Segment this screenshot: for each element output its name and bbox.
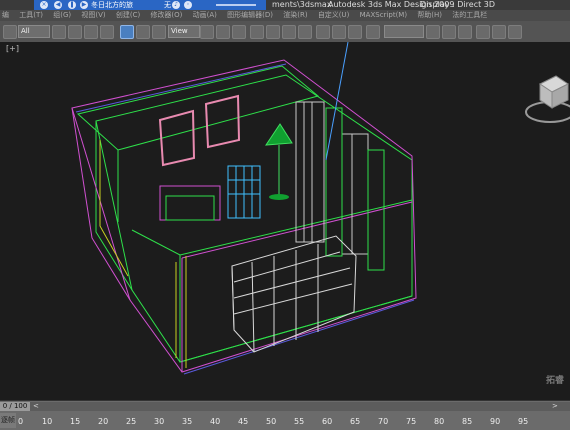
prev-icon[interactable]: ◀ [54, 1, 62, 9]
select-by-name-icon[interactable] [68, 25, 82, 39]
mirror-icon[interactable] [332, 25, 346, 39]
picture-frames [158, 94, 241, 167]
tick-label: 55 [294, 417, 305, 426]
main-toolbar: All View [0, 21, 570, 43]
timeline-panel: 0 / 100 < > 0 10 15 20 25 30 35 40 45 50… [0, 400, 570, 430]
prev-frame-arrow-icon[interactable]: < [33, 402, 39, 410]
menu-modifiers[interactable]: 修改器(O) [150, 10, 182, 21]
angle-snap-icon[interactable] [266, 25, 280, 39]
menu-group[interactable]: 组(G) [53, 10, 71, 21]
track-title: 冬日北方的旅 [91, 1, 133, 9]
time-slider[interactable]: 0 / 100 < > [0, 402, 570, 411]
tick-label: 75 [406, 417, 417, 426]
scale-icon[interactable] [152, 25, 166, 39]
tick-label: 10 [42, 417, 53, 426]
floor-lamp [265, 123, 293, 200]
perspective-viewport[interactable]: [+] [0, 42, 570, 400]
tick-label: 70 [378, 417, 389, 426]
next-icon[interactable]: ▶ [80, 1, 88, 9]
bookshelf-wireframe [231, 235, 357, 353]
pause-icon[interactable]: ❚ [68, 1, 76, 9]
menu-views[interactable]: 视图(V) [81, 10, 105, 21]
window-crossing-icon[interactable] [100, 25, 114, 39]
menu-edit[interactable]: 编 [2, 10, 9, 21]
track-side-label: 无 [164, 1, 171, 9]
tick-label: 30 [154, 417, 165, 426]
viewcube[interactable] [520, 72, 570, 132]
tick-label: 95 [518, 417, 529, 426]
pivot-icon[interactable] [200, 25, 214, 39]
time-slider-thumb[interactable]: 0 / 100 [0, 402, 30, 411]
viewport-label[interactable]: [+] [6, 44, 19, 53]
curtains-wireframe [295, 101, 369, 255]
quick-render-icon[interactable] [508, 25, 522, 39]
schematic-view-icon[interactable] [442, 25, 456, 39]
layer-manager-icon[interactable] [366, 25, 380, 39]
menu-customize[interactable]: 自定义(U) [318, 10, 350, 21]
tick-label: 20 [98, 417, 109, 426]
menu-maxscript[interactable]: MAXScript(M) [360, 10, 407, 21]
keyboard-shortcut-icon[interactable] [232, 25, 246, 39]
display-mode: Display : Direct 3D [420, 0, 496, 9]
tick-label: 90 [490, 417, 501, 426]
rotate-icon[interactable] [136, 25, 150, 39]
room-outline-yellow [99, 140, 187, 368]
menu-tools[interactable]: 工具(T) [19, 10, 43, 21]
light-target-line [325, 42, 349, 161]
tick-label: 80 [434, 417, 445, 426]
window-frame [325, 107, 385, 271]
armchair-wireframe [227, 165, 261, 219]
mute-icon[interactable]: ◦ [184, 1, 192, 9]
render-setup-icon[interactable] [476, 25, 490, 39]
material-editor-icon[interactable] [458, 25, 472, 39]
selection-filter-dropdown[interactable]: All [18, 25, 50, 38]
snap-icon[interactable] [250, 25, 264, 39]
close-icon[interactable]: × [40, 1, 48, 9]
rect-selection-icon[interactable] [84, 25, 98, 39]
sofa-wireframe [159, 185, 221, 221]
percent-snap-icon[interactable] [282, 25, 296, 39]
menu-graph-editors[interactable]: 图形编辑器(D) [227, 10, 273, 21]
tick-label: 15 [70, 417, 81, 426]
volume-slider[interactable] [216, 4, 256, 6]
tick-label: 85 [462, 417, 473, 426]
select-manipulate-icon[interactable] [216, 25, 230, 39]
rendered-frame-icon[interactable] [492, 25, 506, 39]
named-selection-icon[interactable] [316, 25, 330, 39]
menu-rendering[interactable]: 渲染(R) [283, 10, 307, 21]
tick-label: 65 [350, 417, 361, 426]
title-path: ments\3dsmax [272, 0, 332, 9]
select-object-icon[interactable] [52, 25, 66, 39]
undo-icon[interactable] [3, 25, 17, 39]
move-icon[interactable] [120, 25, 134, 39]
align-icon[interactable] [348, 25, 362, 39]
reference-coord-dropdown[interactable]: View [168, 25, 200, 38]
tick-label: 40 [210, 417, 221, 426]
watermark-logo: 拓睿 [546, 376, 565, 386]
menu-help[interactable]: 帮助(H) [417, 10, 442, 21]
tick-label: 35 [182, 417, 193, 426]
menu-bar: 编 工具(T) 组(G) 视图(V) 创建(C) 修改器(O) 动画(A) 图形… [0, 10, 570, 21]
menu-toolbar[interactable]: 法的工具栏 [452, 10, 487, 21]
scene-wireframe [71, 42, 417, 375]
tick-label: 25 [126, 417, 137, 426]
tick-label: 0 [18, 417, 24, 426]
spinner-snap-icon[interactable] [298, 25, 312, 39]
menu-animation[interactable]: 动画(A) [193, 10, 217, 21]
room-outline-blue [75, 63, 415, 375]
tick-label: 60 [322, 417, 333, 426]
menu-create[interactable]: 创建(C) [116, 10, 140, 21]
tick-label: 45 [238, 417, 249, 426]
curve-editor-icon[interactable] [426, 25, 440, 39]
named-selection-set-dropdown[interactable] [384, 25, 424, 38]
next-frame-arrow-icon[interactable]: > [552, 402, 558, 410]
tick-label: 50 [266, 417, 277, 426]
speaker-icon[interactable]: ♪ [172, 1, 180, 9]
key-mode-toggle[interactable]: 逐帧 [0, 413, 16, 428]
track-bar-ruler[interactable]: 0 10 15 20 25 30 35 40 45 50 55 60 65 70… [0, 413, 570, 429]
